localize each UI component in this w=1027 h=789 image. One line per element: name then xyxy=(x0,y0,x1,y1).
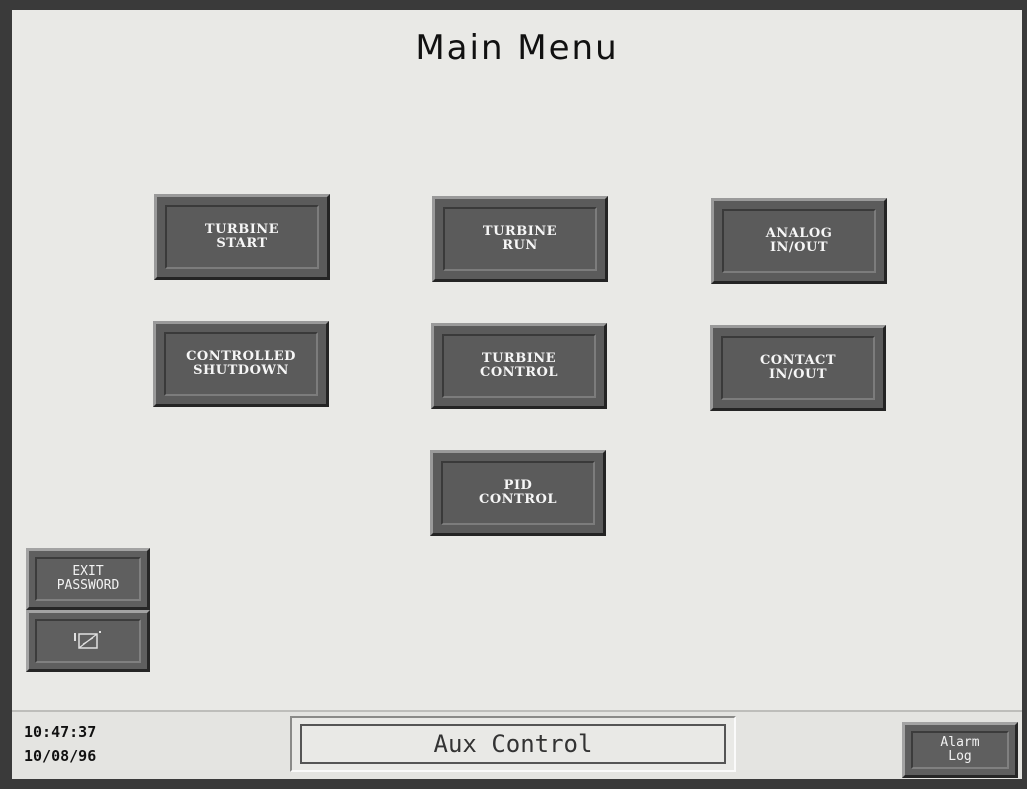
turbine-run-label: TURBINE RUN xyxy=(482,224,558,253)
hmi-screen: Main Menu TURBINE START TURBINE RUN ANAL… xyxy=(12,10,1022,710)
screen-off-button[interactable] xyxy=(26,610,150,672)
turbine-control-button[interactable]: TURBINE CONTROL xyxy=(431,323,607,409)
analog-io-button[interactable]: ANALOG IN/OUT xyxy=(711,198,887,284)
screen-name-display: Aux Control xyxy=(290,716,736,772)
analog-io-label: ANALOG IN/OUT xyxy=(765,226,833,255)
status-bar: 10:47:37 10/08/96 Aux Control Alarm Log xyxy=(12,710,1022,779)
screen-off-icon xyxy=(74,631,101,649)
exit-password-button[interactable]: EXIT PASSWORD xyxy=(26,548,150,610)
alarm-log-button[interactable]: Alarm Log xyxy=(902,722,1018,778)
pid-control-label: PID CONTROL xyxy=(479,478,557,507)
turbine-control-label: TURBINE CONTROL xyxy=(480,351,558,380)
alarm-log-label: Alarm Log xyxy=(940,735,980,764)
exit-password-label: EXIT PASSWORD xyxy=(56,564,120,593)
contact-io-label: CONTACT IN/OUT xyxy=(759,353,837,382)
contact-io-button[interactable]: CONTACT IN/OUT xyxy=(710,325,886,411)
controlled-shutdown-button[interactable]: CONTROLLED SHUTDOWN xyxy=(153,321,329,407)
turbine-start-button[interactable]: TURBINE START xyxy=(154,194,330,280)
date-readout: 10/08/96 xyxy=(24,747,97,765)
turbine-run-button[interactable]: TURBINE RUN xyxy=(432,196,608,282)
page-title: Main Menu xyxy=(415,28,619,68)
turbine-start-label: TURBINE START xyxy=(204,222,280,251)
controlled-shutdown-label: CONTROLLED SHUTDOWN xyxy=(186,349,296,378)
pid-control-button[interactable]: PID CONTROL xyxy=(430,450,606,536)
clock: 10:47:37 10/08/96 xyxy=(24,720,96,768)
screen-name-label: Aux Control xyxy=(300,724,726,764)
time-readout: 10:47:37 xyxy=(24,723,97,741)
